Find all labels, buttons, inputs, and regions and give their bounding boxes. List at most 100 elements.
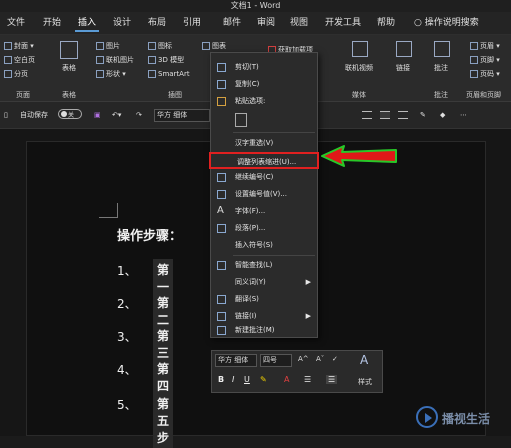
italic-button[interactable]: I (232, 375, 234, 384)
bullets-icon[interactable]: ☰ (304, 375, 311, 384)
numbering-icon[interactable]: ☰ (326, 375, 338, 384)
menu-item-smart-lookup[interactable]: 智能查找(L) (211, 257, 317, 274)
menu-item-label: 插入符号(S) (235, 241, 273, 249)
lightbulb-icon: ○ (414, 18, 425, 28)
menu-item-set-numbering-value[interactable]: 设置编号值(V)... (211, 186, 317, 203)
menu-item-label: 新建批注(M) (235, 326, 275, 334)
context-menu: 剪切(T) 复制(C) 粘贴选项: 汉字重选(V) 调整列表缩进(U)... 继… (209, 52, 319, 339)
shapes-button[interactable]: 形状 ▾ (96, 69, 126, 79)
mini-size-box[interactable]: 四号 (260, 354, 292, 367)
tab-file[interactable]: 文件 (4, 16, 28, 30)
save-icon[interactable]: ▣ (94, 110, 101, 120)
header-button[interactable]: 页眉 ▾ (470, 41, 500, 51)
icons-button[interactable]: 图标 (148, 41, 172, 51)
font-name-box[interactable]: 华方 细体 (154, 109, 210, 122)
autosave-label: 自动保存 (20, 111, 48, 119)
redo-icon[interactable]: ↷ (136, 110, 142, 120)
chart-button[interactable]: 图表 (202, 41, 226, 51)
tab-references[interactable]: 引用 (180, 16, 204, 30)
underline-button[interactable]: U (244, 375, 250, 384)
header-icon (470, 42, 478, 50)
mini-font-box[interactable]: 华方 细体 (215, 354, 257, 367)
page-break-button[interactable]: 分页 (4, 69, 28, 79)
tell-me-search[interactable]: ○ 操作说明搜索 (414, 16, 479, 30)
styles-icon[interactable]: ◆ (440, 110, 445, 120)
bold-button[interactable]: B (218, 375, 224, 384)
numbering-icon (217, 173, 226, 182)
list-number: 4、 (117, 363, 137, 377)
shrink-font-icon[interactable]: Aˇ (316, 355, 324, 363)
menu-item-insert-symbol[interactable]: 插入符号(S) (211, 237, 317, 254)
align-left-icon[interactable] (362, 111, 372, 119)
link-icon (217, 312, 226, 321)
tab-review[interactable]: 审阅 (254, 16, 278, 30)
3d-models-label: 3D 模型 (158, 56, 185, 64)
format-painter-icon[interactable]: ✓ (332, 355, 338, 363)
paste-keep-text-icon[interactable] (235, 113, 247, 127)
chart-label: 图表 (212, 42, 226, 50)
3d-models-button[interactable]: 3D 模型 (148, 55, 184, 65)
menu-item-label: 汉字重选(V) (235, 139, 274, 147)
group-comments-label: 批注 (434, 91, 448, 99)
tab-mailings[interactable]: 邮件 (220, 16, 244, 30)
styles-icon[interactable]: A (360, 353, 368, 367)
autosave-state: 关 (68, 112, 75, 119)
highlight-icon[interactable]: ✎ (420, 110, 426, 120)
comment-icon[interactable] (434, 41, 450, 57)
menu-item-continue-numbering[interactable]: 继续编号(C) (211, 169, 317, 186)
online-video-label: 联机视频 (345, 64, 373, 72)
window-title: 文档1 - Word (230, 1, 281, 10)
footer-button[interactable]: 页脚 ▾ (470, 55, 500, 65)
font-color-icon[interactable]: A (284, 375, 289, 384)
online-video-icon[interactable] (352, 41, 368, 57)
tab-view[interactable]: 视图 (287, 16, 311, 30)
line-spacing-icon[interactable] (398, 111, 408, 119)
group-pages-label: 页面 (16, 91, 30, 99)
menu-item-new-comment[interactable]: 新建批注(M) (211, 322, 317, 339)
tab-design[interactable]: 设计 (110, 16, 134, 30)
table-grid-icon[interactable] (60, 41, 78, 59)
more-icon[interactable]: ⋯ (460, 110, 467, 120)
tab-help[interactable]: 帮助 (374, 16, 398, 30)
watermark-text: 播视生活 (442, 412, 491, 426)
menu-item-label: 复制(C) (235, 80, 260, 88)
online-pictures-button[interactable]: 联机图片 (96, 55, 134, 65)
menu-item-translate[interactable]: 翻译(S) (211, 291, 317, 308)
align-justify-icon[interactable] (380, 111, 390, 119)
header-label: 页眉 (480, 42, 494, 50)
pictures-label: 图片 (106, 42, 120, 50)
cover-page-button[interactable]: 封面 ▾ (4, 41, 34, 51)
menu-separator (233, 255, 315, 256)
menu-item-synonyms[interactable]: 同义词(Y) ▶ (211, 274, 317, 291)
undo-icon[interactable]: ↶▾ (112, 110, 121, 120)
list-number: 1、 (117, 264, 137, 278)
link-icon[interactable] (396, 41, 412, 57)
links-label: 链接 (396, 64, 410, 72)
tab-insert[interactable]: 插入 (75, 16, 100, 32)
tab-developer[interactable]: 开发工具 (322, 16, 364, 30)
smartart-label: SmartArt (158, 70, 190, 78)
smartart-button[interactable]: SmartArt (148, 69, 190, 79)
menu-item-paragraph[interactable]: 段落(P)... (211, 220, 317, 237)
table-button-label: 表格 (62, 64, 76, 72)
blank-page-button[interactable]: 空白页 (4, 55, 35, 65)
paragraph-icon (217, 224, 226, 233)
highlight-color-icon[interactable]: ✎ (260, 375, 267, 384)
ribbon-tabs: 文件 开始 插入 设计 布局 引用 邮件 审阅 视图 开发工具 帮助 ○ 操作说… (0, 12, 511, 35)
grow-font-icon[interactable]: A^ (298, 355, 309, 363)
online-picture-icon (96, 56, 104, 64)
group-table-label: 表格 (62, 91, 76, 99)
menu-item-copy[interactable]: 复制(C) (211, 76, 317, 93)
blank-page-icon (4, 56, 12, 64)
pictures-button[interactable]: 图片 (96, 41, 120, 51)
menu-item-font[interactable]: A 字体(F)... (211, 203, 317, 220)
tab-layout[interactable]: 布局 (145, 16, 169, 30)
tab-home[interactable]: 开始 (40, 16, 64, 30)
menu-item-cut[interactable]: 剪切(T) (211, 59, 317, 76)
page-number-icon (470, 70, 478, 78)
page-break-icon (4, 70, 12, 78)
page-number-button[interactable]: 页码 ▾ (470, 69, 500, 79)
submenu-arrow-icon: ▶ (305, 278, 311, 286)
menu-item-hanzi-reconversion[interactable]: 汉字重选(V) (211, 135, 317, 152)
menu-item-adjust-list-indent[interactable]: 调整列表缩进(U)... (209, 152, 319, 169)
